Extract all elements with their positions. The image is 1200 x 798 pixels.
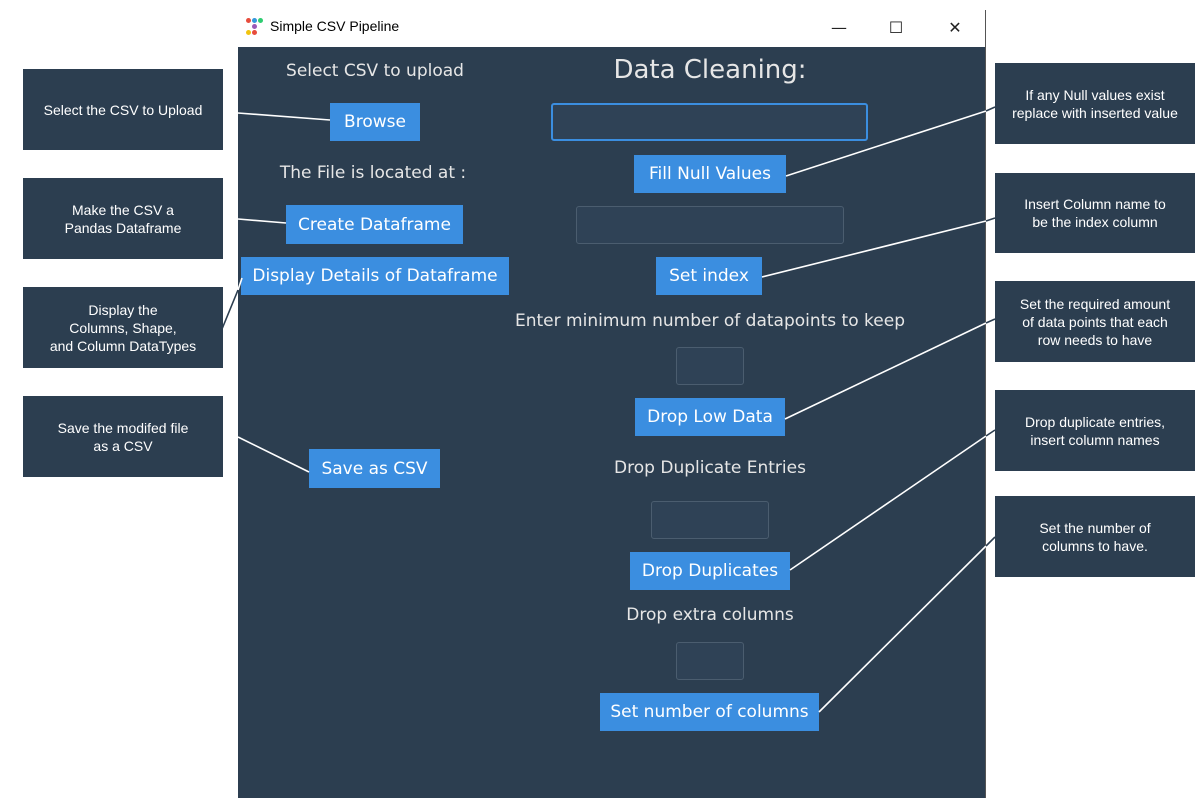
connector-drop-dup-ext: [985, 429, 996, 437]
connector-drop-low-ext: [985, 318, 996, 324]
connector-set-index: [761, 220, 987, 278]
connector-fill-null-ext: [985, 106, 996, 112]
connector-create-dataframe: [237, 218, 287, 224]
connector-display-details-ext: [221, 289, 239, 330]
connector-display-details: [237, 277, 243, 291]
connector-drop-duplicates: [789, 435, 987, 571]
connector-set-columns: [818, 545, 987, 713]
connector-lines: [221, 106, 996, 713]
connector-fill-null: [785, 110, 987, 177]
connector-set-columns-ext: [985, 536, 996, 547]
connector-set-index-ext: [985, 217, 996, 222]
connector-drop-low-data: [784, 322, 987, 420]
connector-browse: [237, 112, 331, 121]
connector-save-csv: [237, 436, 310, 473]
